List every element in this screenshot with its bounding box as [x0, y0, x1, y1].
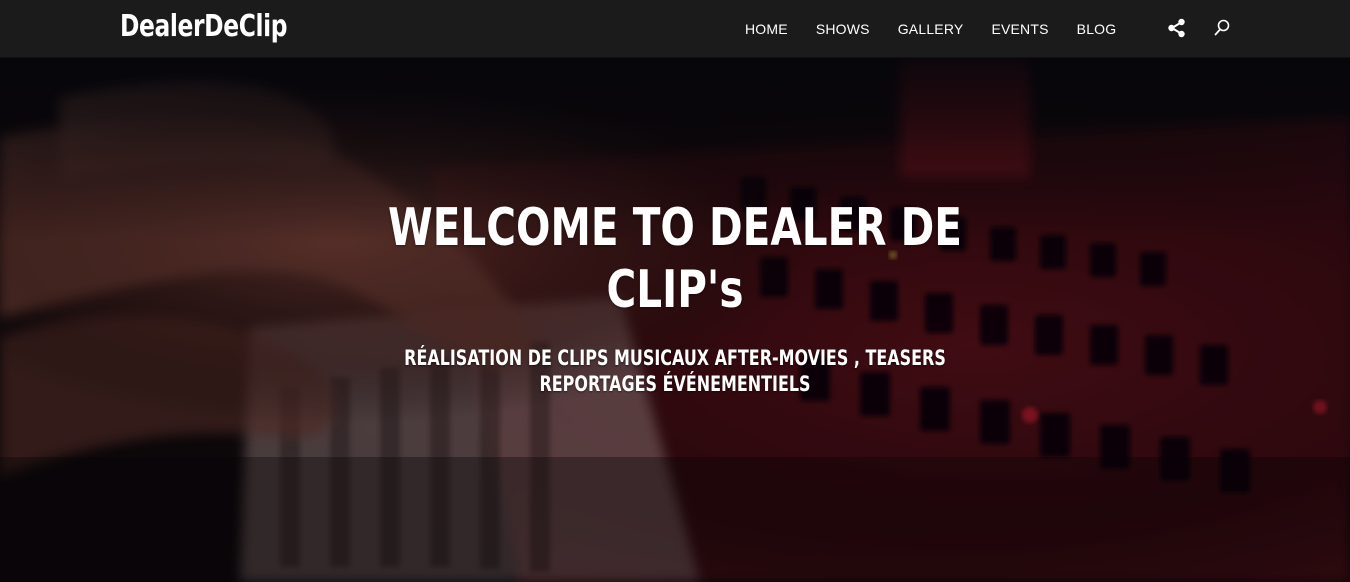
- hero-section: WELCOME TO DEALER DE CLIP's RÉALISATION …: [0, 57, 1350, 582]
- hero-subtitle: RÉALISATION DE CLIPS MUSICAUX AFTER-MOVI…: [404, 346, 946, 396]
- nav-item-gallery[interactable]: GALLERY: [898, 21, 964, 37]
- main-nav: HOME SHOWS GALLERY EVENTS BLOG: [745, 0, 1116, 57]
- hero-content: WELCOME TO DEALER DE CLIP's RÉALISATION …: [375, 197, 975, 397]
- nav-item-shows[interactable]: SHOWS: [816, 21, 870, 37]
- nav-item-blog[interactable]: BLOG: [1077, 21, 1117, 37]
- site-header: DealerDeClip HOME SHOWS GALLERY EVENTS B…: [0, 0, 1350, 57]
- search-icon[interactable]: [1211, 17, 1233, 39]
- hero-title: WELCOME TO DEALER DE CLIP's: [387, 198, 963, 320]
- site-logo[interactable]: DealerDeClip: [120, 4, 287, 50]
- page: DealerDeClip HOME SHOWS GALLERY EVENTS B…: [0, 0, 1350, 582]
- nav-item-events[interactable]: EVENTS: [991, 21, 1048, 37]
- share-icon[interactable]: [1166, 17, 1188, 39]
- nav-item-home[interactable]: HOME: [745, 21, 788, 37]
